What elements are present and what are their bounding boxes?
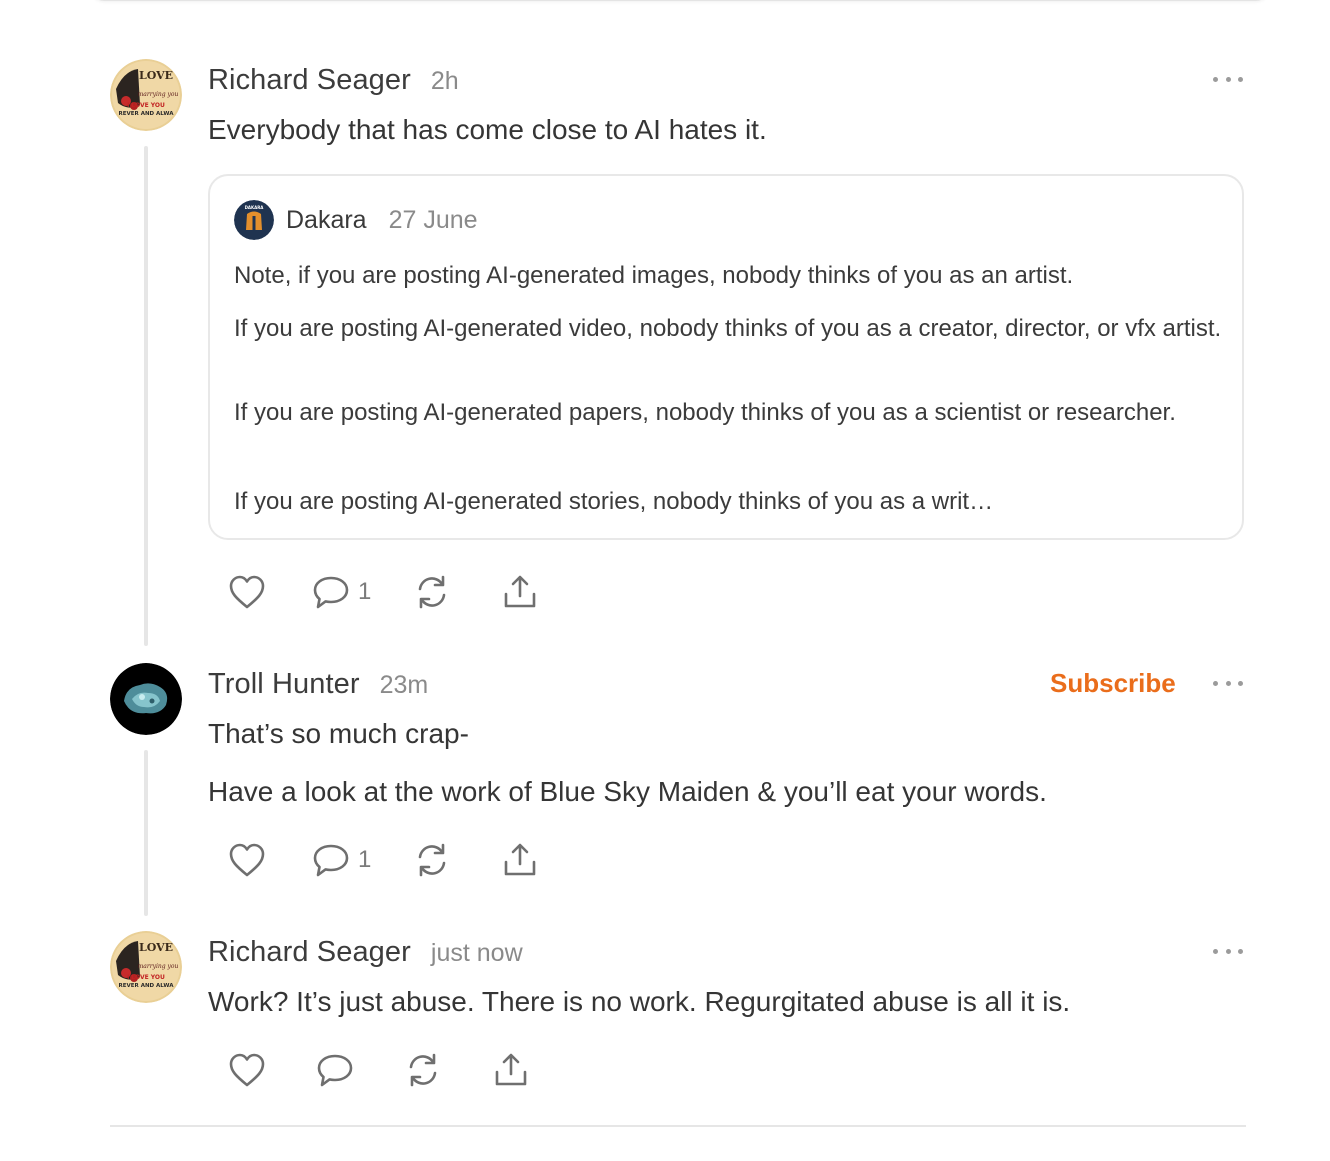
comment-icon xyxy=(313,844,349,877)
share-icon xyxy=(495,1053,527,1086)
more-icon-dot xyxy=(1225,680,1231,686)
more-icon-dot xyxy=(1225,948,1231,954)
restack-button[interactable] xyxy=(404,1052,442,1088)
subscribe-button[interactable]: Subscribe xyxy=(1050,668,1176,699)
restack-icon xyxy=(409,1053,437,1087)
quoted-author-name[interactable]: Dakara xyxy=(286,206,367,235)
like-button[interactable] xyxy=(228,842,266,878)
quoted-paragraph: If you are posting AI-generated stories,… xyxy=(234,488,994,515)
action-bar: 1 xyxy=(228,842,539,878)
restack-button[interactable] xyxy=(413,842,451,878)
comment-icon xyxy=(317,1054,353,1087)
like-button[interactable] xyxy=(228,574,266,610)
more-options-button[interactable] xyxy=(1213,945,1243,957)
reply-button[interactable] xyxy=(316,1052,354,1088)
timestamp[interactable]: 23m xyxy=(380,671,429,700)
like-button[interactable] xyxy=(228,1052,266,1088)
avatar-art-text: REVER AND ALWA xyxy=(119,983,175,989)
comment-body: Work? It’s just abuse. There is no work.… xyxy=(208,986,1071,1017)
comment-header: Richard Seager 2h xyxy=(208,64,459,97)
share-button[interactable] xyxy=(501,842,539,878)
restack-icon xyxy=(419,843,446,877)
avatar-art-text: marrying you xyxy=(138,91,179,98)
more-icon xyxy=(1213,76,1218,82)
more-icon xyxy=(1213,948,1218,954)
thread-line xyxy=(144,146,148,646)
comment-body: Everybody that has come close to AI hate… xyxy=(208,114,767,145)
action-bar xyxy=(228,1052,530,1088)
thread-line xyxy=(144,750,148,916)
more-icon-dot xyxy=(1238,680,1243,686)
heart-icon xyxy=(229,843,265,877)
timestamp[interactable]: just now xyxy=(431,939,523,968)
more-icon-dot xyxy=(1238,948,1243,954)
share-button[interactable] xyxy=(501,574,539,610)
reply-button[interactable]: 1 xyxy=(312,842,371,878)
reply-count: 1 xyxy=(358,846,372,873)
avatar[interactable] xyxy=(110,663,182,735)
more-icon-dot xyxy=(1225,76,1231,82)
reply-button[interactable]: 1 xyxy=(312,574,371,610)
author-name[interactable]: Troll Hunter xyxy=(208,668,360,701)
avatar-art-text: I LOVE YOU xyxy=(127,974,165,981)
author-name[interactable]: Richard Seager xyxy=(208,64,411,97)
action-bar: 1 xyxy=(228,574,539,610)
restack-icon xyxy=(419,575,446,609)
divider xyxy=(110,1125,1246,1127)
quoted-note-card[interactable]: DAKARA Dakara 27 June Note, if you are p… xyxy=(208,174,1244,540)
previous-card-edge xyxy=(90,0,1270,1)
comment-paragraph: That’s so much crap- xyxy=(208,718,469,749)
quoted-paragraph: If you are posting AI-generated video, n… xyxy=(234,315,1222,342)
avatar-art-text: marrying you xyxy=(138,963,179,970)
comment-header: Troll Hunter 23m xyxy=(208,668,428,701)
avatar[interactable]: LOVE marrying you I LOVE YOU REVER AND A… xyxy=(110,931,182,1003)
quoted-note-header: DAKARA Dakara 27 June xyxy=(234,200,478,240)
heart-icon xyxy=(229,575,265,609)
quoted-paragraph: If you are posting AI-generated papers, … xyxy=(234,399,1176,426)
more-options-button[interactable] xyxy=(1213,73,1243,85)
avatar[interactable]: LOVE marrying you I LOVE YOU REVER AND A… xyxy=(110,59,182,131)
quoted-paragraph: Note, if you are posting AI-generated im… xyxy=(234,262,1074,289)
avatar-art-text: I LOVE YOU xyxy=(127,102,165,109)
avatar-art-text: LOVE xyxy=(139,941,173,954)
share-icon xyxy=(505,843,536,876)
comment-icon xyxy=(313,576,349,609)
more-icon-dot xyxy=(1238,76,1243,82)
avatar-art-text: LOVE xyxy=(139,69,173,82)
author-name[interactable]: Richard Seager xyxy=(208,936,411,969)
restack-button[interactable] xyxy=(413,574,451,610)
more-options-button[interactable] xyxy=(1213,677,1243,689)
share-button[interactable] xyxy=(492,1052,530,1088)
reply-count: 1 xyxy=(358,578,372,605)
notes-thread: LOVE marrying you I LOVE YOU REVER AND A… xyxy=(0,0,1330,1161)
share-icon xyxy=(505,575,536,608)
avatar-art-text: REVER AND ALWA xyxy=(119,111,175,117)
heart-icon xyxy=(229,1053,265,1087)
more-icon xyxy=(1213,680,1218,686)
comment-header: Richard Seager just now xyxy=(208,936,523,969)
quoted-author-avatar[interactable]: DAKARA xyxy=(234,200,274,240)
quoted-timestamp: 27 June xyxy=(388,205,478,234)
comment-paragraph: Have a look at the work of Blue Sky Maid… xyxy=(208,776,1047,807)
quoted-avatar-text: DAKARA xyxy=(245,205,265,210)
timestamp[interactable]: 2h xyxy=(431,67,459,96)
